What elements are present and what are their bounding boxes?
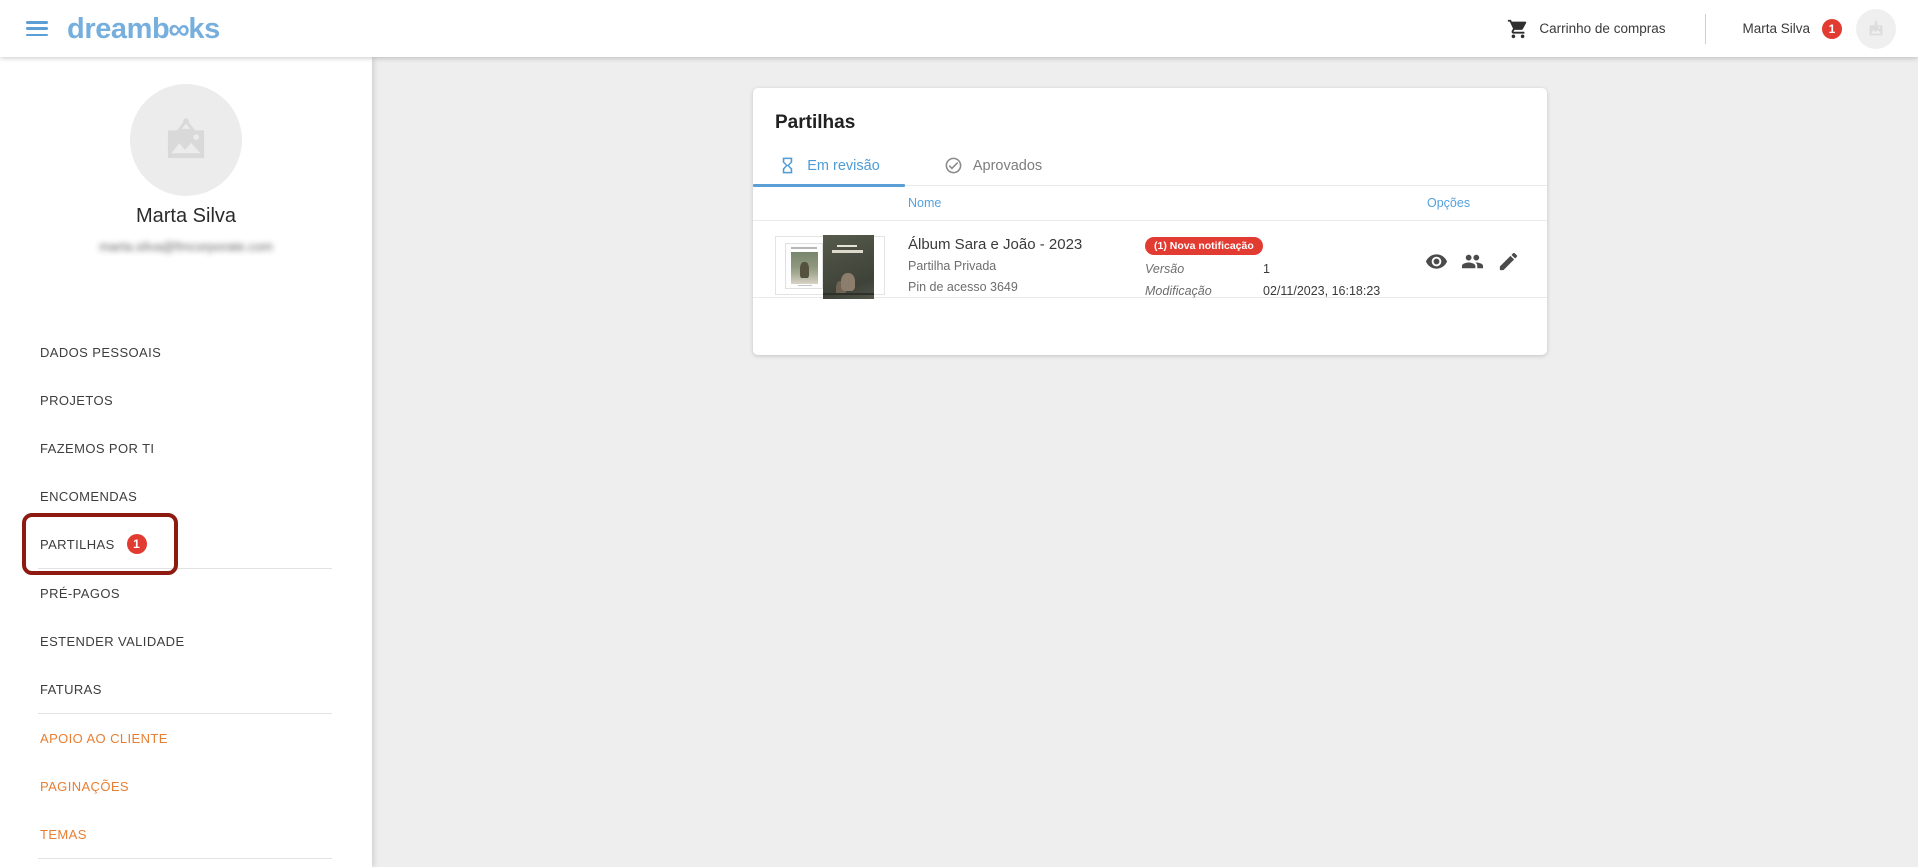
tab-em-revisao[interactable]: Em revisão: [753, 146, 905, 185]
eye-icon: [1425, 250, 1448, 273]
partilhas-card: Partilhas Em revisão Aprovados Nome Opçõ…: [753, 88, 1547, 355]
new-notification-badge: (1) Nova notificação: [1145, 237, 1263, 255]
version-row: Versão 1: [1145, 259, 1380, 281]
access-pin: Pin de acesso 3649: [908, 277, 1082, 298]
sidebar-item-label: PRÉ-PAGOS: [40, 586, 120, 601]
avatar-placeholder-icon: [1865, 18, 1887, 40]
table-row: Álbum Sara e João - 2023 Partilha Privad…: [753, 221, 1547, 298]
topbar-divider: [1705, 14, 1706, 44]
logo-text-post: ks: [188, 15, 219, 44]
user-notification-badge: 1: [1822, 19, 1842, 39]
sidebar-item-label: ENCOMENDAS: [40, 489, 137, 504]
sidebar-item-label: ESTENDER VALIDADE: [40, 634, 185, 649]
edit-button[interactable]: [1497, 250, 1520, 273]
tab-aprovados[interactable]: Aprovados: [905, 146, 1081, 185]
logo-infinity-icon: ∞: [168, 15, 189, 45]
sidebar-item-partilhas[interactable]: PARTILHAS 1: [0, 520, 372, 568]
modification-row: Modificação 02/11/2023, 16:18:23: [1145, 281, 1380, 303]
sidebar-item-paginacoes[interactable]: PAGINAÇÕES: [0, 762, 372, 810]
sidebar-item-label: DADOS PESSOAIS: [40, 345, 161, 360]
sidebar-item-apoio-ao-cliente[interactable]: APOIO AO CLIENTE: [0, 714, 372, 762]
version-value: 1: [1263, 259, 1270, 281]
sidebar-item-estender-validade[interactable]: ESTENDER VALIDADE: [0, 617, 372, 665]
modification-label: Modificação: [1145, 281, 1263, 303]
hourglass-icon: [778, 156, 797, 175]
cart-button[interactable]: Carrinho de compras: [1507, 18, 1665, 40]
group-icon: [1461, 250, 1484, 273]
card-title: Partilhas: [753, 88, 1547, 134]
sidebar-item-dados-pessoais[interactable]: DADOS PESSOAIS: [0, 328, 372, 376]
logo-text-pre: dreamb: [67, 15, 169, 44]
sidebar-item-encomendas[interactable]: ENCOMENDAS: [0, 472, 372, 520]
sidebar-item-label: PROJETOS: [40, 393, 113, 408]
view-button[interactable]: [1425, 250, 1448, 273]
album-front-cover: [823, 235, 874, 299]
topbar-right-group: Carrinho de compras Marta Silva 1: [1507, 9, 1918, 49]
sidebar-item-label: FATURAS: [40, 682, 102, 697]
sidebar-item-label: FAZEMOS POR TI: [40, 441, 154, 456]
sidebar-item-temas[interactable]: TEMAS: [0, 810, 372, 858]
column-header-nome: Nome: [908, 196, 941, 210]
sidebar-item-label: TEMAS: [40, 827, 87, 842]
main-content: Partilhas Em revisão Aprovados Nome Opçõ…: [372, 57, 1918, 867]
topbar-avatar[interactable]: [1856, 9, 1896, 49]
table-header: Nome Opções: [753, 186, 1547, 221]
cart-label: Carrinho de compras: [1539, 21, 1665, 36]
sidebar-item-label: APOIO AO CLIENTE: [40, 731, 168, 746]
version-label: Versão: [1145, 259, 1263, 281]
sidebar-item-faturas[interactable]: FATURAS: [0, 665, 372, 713]
top-bar: dreamb∞ks Carrinho de compras Marta Silv…: [0, 0, 1918, 57]
share-users-button[interactable]: [1461, 250, 1484, 273]
profile-email-blurred: marta.silva@fmcorporate.com: [0, 239, 372, 254]
row-options: [1425, 250, 1520, 273]
dreambooks-logo[interactable]: dreamb∞ks: [67, 14, 220, 44]
tab-label: Aprovados: [973, 158, 1042, 174]
sidebar-item-projetos[interactable]: PROJETOS: [0, 376, 372, 424]
sidebar: Marta Silva marta.silva@fmcorporate.com …: [0, 57, 372, 867]
dreambooks-app: dreamb∞ks Carrinho de compras Marta Silv…: [0, 0, 1918, 867]
tabs-bar: Em revisão Aprovados: [753, 146, 1547, 186]
album-thumbnail[interactable]: [775, 236, 885, 295]
sidebar-item-fazemos-por-ti[interactable]: FAZEMOS POR TI: [0, 424, 372, 472]
share-type: Partilha Privada: [908, 256, 1082, 277]
modification-value: 02/11/2023, 16:18:23: [1263, 281, 1380, 303]
image-placeholder-icon: [157, 111, 215, 169]
topbar-user-name[interactable]: Marta Silva: [1742, 21, 1810, 36]
profile-avatar: [130, 84, 242, 196]
album-meta: (1) Nova notificação Versão 1 Modificaçã…: [1145, 236, 1380, 302]
pencil-icon: [1497, 250, 1520, 273]
sidebar-menu: DADOS PESSOAIS PROJETOS FAZEMOS POR TI E…: [0, 328, 372, 859]
album-back-cover: [785, 243, 823, 289]
album-info: Álbum Sara e João - 2023 Partilha Privad…: [908, 233, 1082, 298]
menu-divider: [38, 858, 332, 859]
profile-name: Marta Silva: [0, 205, 372, 228]
hamburger-menu-icon[interactable]: [26, 21, 48, 36]
album-name: Álbum Sara e João - 2023: [908, 233, 1082, 256]
tab-label: Em revisão: [807, 158, 880, 174]
check-circle-icon: [944, 156, 963, 175]
partilhas-notification-badge: 1: [127, 534, 147, 554]
shopping-cart-icon: [1507, 18, 1529, 40]
sidebar-item-pre-pagos[interactable]: PRÉ-PAGOS: [0, 569, 372, 617]
sidebar-item-label: PARTILHAS: [40, 537, 115, 552]
column-header-opcoes: Opções: [1427, 196, 1470, 210]
sidebar-item-label: PAGINAÇÕES: [40, 779, 129, 794]
